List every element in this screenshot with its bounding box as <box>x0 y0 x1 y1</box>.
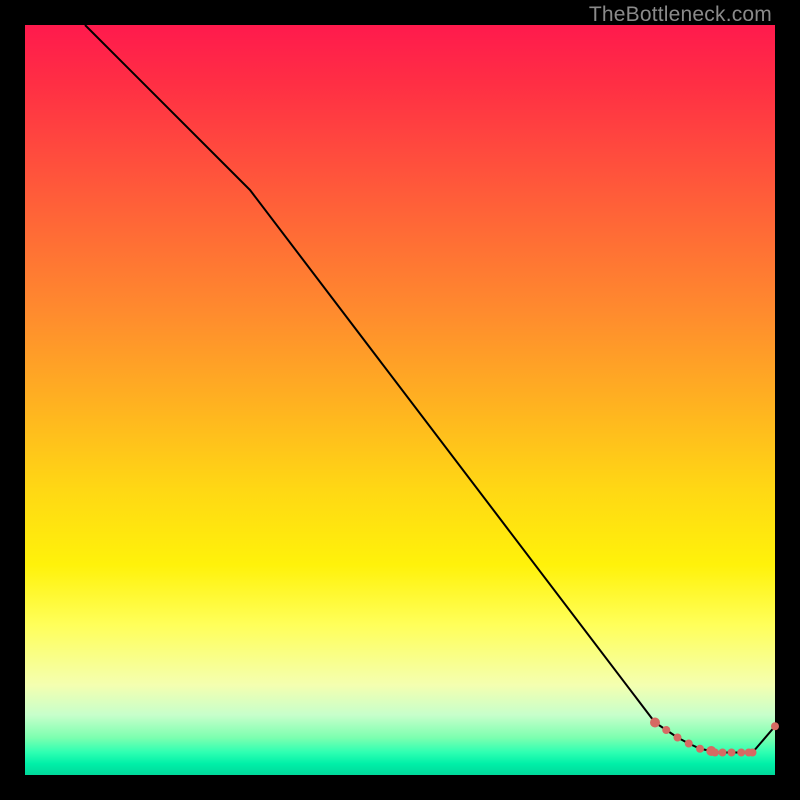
curve-path <box>85 25 775 753</box>
marker-point <box>749 749 757 757</box>
marker-point <box>737 749 745 757</box>
marker-point <box>696 745 704 753</box>
watermark-text: TheBottleneck.com <box>589 3 772 27</box>
curve-line <box>85 25 775 753</box>
chart-overlay <box>25 25 775 775</box>
marker-point <box>662 726 670 734</box>
marker-point <box>685 740 693 748</box>
marker-point <box>650 718 660 728</box>
curve-markers <box>650 718 779 757</box>
marker-point <box>674 734 682 742</box>
marker-point <box>771 722 779 730</box>
marker-point <box>711 749 719 757</box>
marker-point <box>719 749 727 757</box>
marker-point <box>728 749 736 757</box>
